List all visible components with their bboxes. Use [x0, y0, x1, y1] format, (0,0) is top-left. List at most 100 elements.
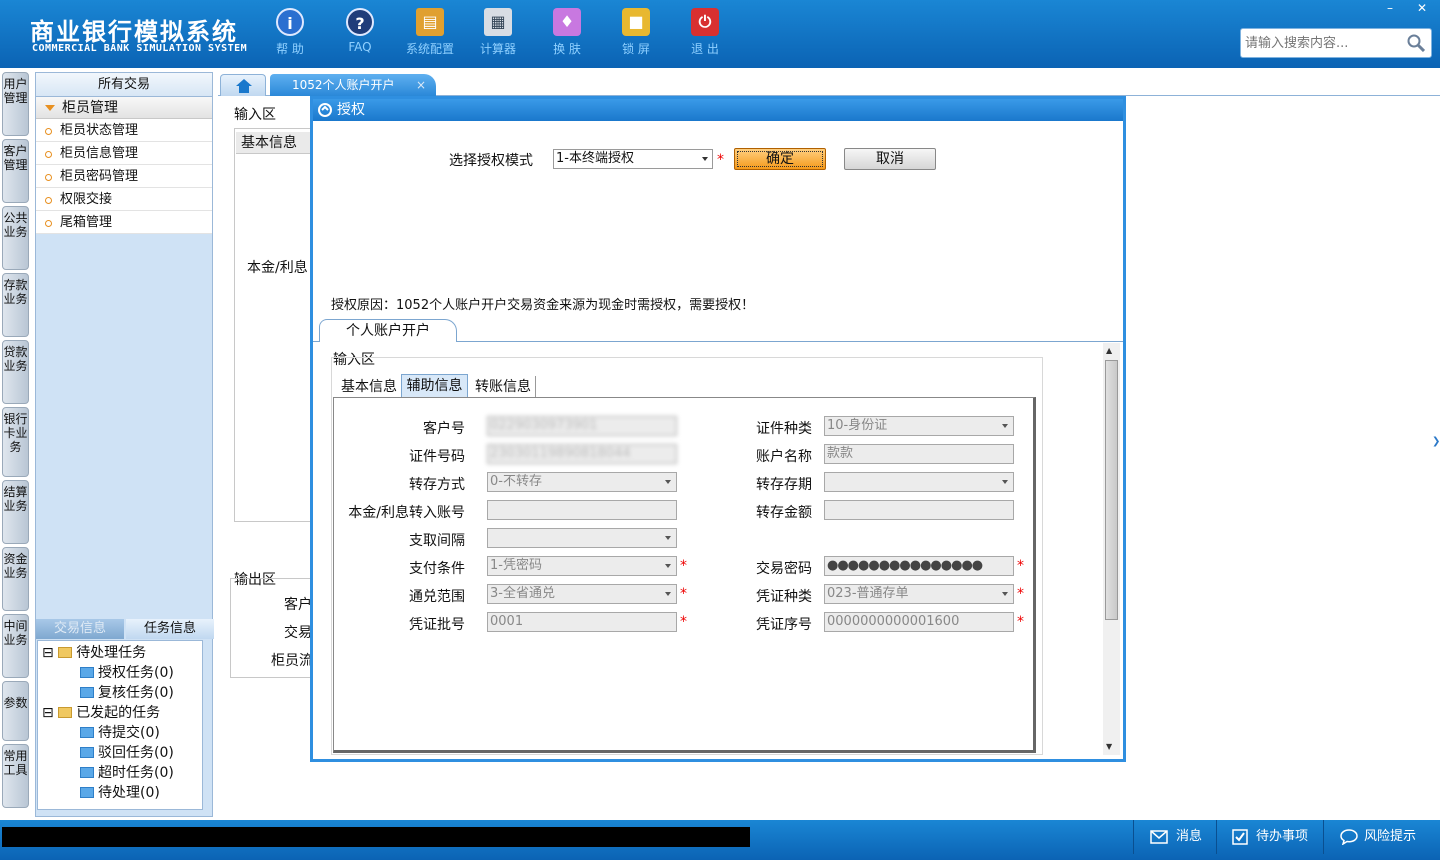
- folder-icon: [80, 687, 94, 698]
- field-id-number[interactable]: 23030119890818044: [487, 444, 677, 464]
- close-window-button[interactable]: ✕: [1406, 0, 1438, 18]
- field-voucher-batch[interactable]: 0001: [487, 612, 677, 632]
- scroll-thumb[interactable]: [1105, 360, 1118, 620]
- module-tab-card[interactable]: 银行卡业务: [2, 407, 29, 477]
- tree-node-to-submit[interactable]: 待提交(0): [80, 723, 160, 743]
- chevron-down-icon: [702, 157, 708, 164]
- label-withdraw-interval: 支取间隔: [409, 533, 465, 549]
- folder-icon: [80, 667, 94, 678]
- select-payment-condition[interactable]: 1-凭密码: [487, 556, 677, 576]
- select-id-type[interactable]: 10-身份证: [824, 416, 1014, 436]
- select-exchange-scope[interactable]: 3-全省通兑: [487, 584, 677, 604]
- field-customer-no[interactable]: 0229030973901: [487, 416, 677, 436]
- bg-input-panel: [234, 128, 314, 522]
- tab-task-info[interactable]: 任务信息: [126, 619, 214, 639]
- todo-button[interactable]: 待办事项: [1226, 820, 1308, 854]
- faq-button[interactable]: ? FAQ: [330, 8, 390, 54]
- module-tab-loan[interactable]: 贷款业务: [2, 340, 29, 404]
- sidebar-item-teller-password[interactable]: 柜员密码管理: [36, 165, 212, 188]
- bg-out-label-2: 交易: [284, 625, 312, 641]
- inner-tab-personal-account[interactable]: 个人账户开户: [319, 319, 457, 342]
- tree-node-auth-tasks[interactable]: 授权任务(0): [80, 663, 174, 683]
- label-rollover-mode: 转存方式: [409, 477, 465, 493]
- select-rollover-mode[interactable]: 0-不转存: [487, 472, 677, 492]
- subtab-basic-info[interactable]: 基本信息: [337, 376, 402, 398]
- lock-screen-button[interactable]: ■ 锁 屏: [606, 8, 666, 57]
- help-button[interactable]: i 帮 助: [260, 8, 320, 57]
- risk-alert-button[interactable]: 风险提示: [1334, 820, 1416, 854]
- label-payment-condition: 支付条件: [409, 561, 465, 577]
- cancel-button[interactable]: 取消: [844, 148, 936, 170]
- app-subtitle: COMMERCIAL BANK SIMULATION SYSTEM: [32, 43, 248, 54]
- skin-button[interactable]: ♦ 换 肤: [537, 8, 597, 57]
- auth-mode-select[interactable]: 1-本终端授权: [553, 149, 713, 169]
- tree-node-review-tasks[interactable]: 复核任务(0): [80, 683, 174, 703]
- messages-button[interactable]: 消息: [1146, 820, 1202, 854]
- chat-bubble-icon: [1340, 829, 1358, 845]
- scroll-up-icon[interactable]: ▲: [1106, 346, 1112, 355]
- app-header: 商业银行模拟系统 COMMERCIAL BANK SIMULATION SYST…: [0, 0, 1440, 68]
- field-principal-account[interactable]: [487, 500, 677, 520]
- scroll-down-icon[interactable]: ▼: [1106, 742, 1112, 751]
- select-voucher-type[interactable]: 023-普通存单: [824, 584, 1014, 604]
- required-mark: *: [717, 152, 724, 168]
- folder-icon: [80, 747, 94, 758]
- module-tab-params[interactable]: 参数: [2, 681, 29, 741]
- label-id-number: 证件号码: [409, 449, 465, 465]
- close-tab-icon[interactable]: ×: [416, 74, 426, 96]
- module-tab-fund[interactable]: 资金业务: [2, 547, 29, 611]
- required-mark: *: [1017, 558, 1024, 574]
- tree-node-to-process[interactable]: 待处理(0): [80, 783, 160, 803]
- search-icon[interactable]: [1407, 34, 1425, 52]
- tree-node-rejected[interactable]: 驳回任务(0): [80, 743, 174, 763]
- sidebar-group-teller[interactable]: 柜员管理: [36, 97, 212, 119]
- select-withdraw-interval[interactable]: [487, 528, 677, 548]
- module-tab-settlement[interactable]: 结算业务: [2, 480, 29, 544]
- module-tab-customer[interactable]: 客户管理: [2, 139, 29, 203]
- select-rollover-term[interactable]: [824, 472, 1014, 492]
- power-icon: ⏻: [691, 8, 719, 36]
- mail-icon: [1150, 830, 1168, 844]
- label-exchange-scope: 通兑范围: [409, 589, 465, 605]
- module-tabs: 用户管理 客户管理 公共业务 存款业务 贷款业务 银行卡业务 结算业务 资金业务…: [2, 72, 29, 812]
- tab-transaction-info[interactable]: 交易信息: [36, 619, 124, 639]
- subtab-transfer-info[interactable]: 转账信息: [471, 376, 536, 398]
- tab-1052-open-account[interactable]: 1052个人账户开户 ×: [270, 74, 436, 96]
- tab-home[interactable]: [220, 74, 266, 96]
- bg-basic-info-tab[interactable]: 基本信息: [236, 132, 312, 154]
- auth-reason: 授权原因：1052个人账户开户交易资金来源为现金时需授权，需要授权！: [331, 298, 755, 313]
- sidebar-item-handover[interactable]: 权限交接: [36, 188, 212, 211]
- field-rollover-amount[interactable]: [824, 500, 1014, 520]
- label-rollover-term: 转存存期: [756, 477, 812, 493]
- app-title: 商业银行模拟系统: [30, 18, 238, 46]
- sidebar-item-teller-info[interactable]: 柜员信息管理: [36, 142, 212, 165]
- module-tab-public[interactable]: 公共业务: [2, 206, 29, 270]
- tree-node-pending[interactable]: ⊟ 待处理任务: [42, 643, 146, 663]
- chevron-down-icon: [1002, 480, 1008, 487]
- system-config-button[interactable]: ▤ 系统配置: [400, 8, 460, 57]
- sidebar-item-tail-box[interactable]: 尾箱管理: [36, 211, 212, 234]
- question-icon: ?: [346, 8, 374, 36]
- module-tab-tools[interactable]: 常用工具: [2, 744, 29, 808]
- chevron-right-icon[interactable]: ❯: [1432, 436, 1440, 447]
- module-tab-user[interactable]: 用户管理: [2, 72, 29, 136]
- search-input[interactable]: [1241, 29, 1401, 57]
- divider: [1216, 820, 1217, 854]
- lock-icon: ■: [622, 8, 650, 36]
- tree-node-initiated[interactable]: ⊟ 已发起的任务: [42, 703, 160, 723]
- sidebar-item-teller-status[interactable]: 柜员状态管理: [36, 119, 212, 142]
- calculator-button[interactable]: ▦ 计算器: [468, 8, 528, 57]
- dialog-scrollbar[interactable]: ▲ ▼: [1103, 343, 1120, 755]
- field-account-name[interactable]: 款款: [824, 444, 1014, 464]
- confirm-button[interactable]: 确定: [734, 148, 826, 170]
- exit-button[interactable]: ⏻ 退 出: [675, 8, 735, 57]
- module-tab-deposit[interactable]: 存款业务: [2, 273, 29, 337]
- field-transaction-password[interactable]: ●●●●●●●●●●●●●●●: [824, 556, 1014, 576]
- authorization-dialog: 授权 选择授权模式 1-本终端授权 * 确定 取消 授权原因：1052个人账户开…: [310, 96, 1126, 762]
- minimize-button[interactable]: –: [1374, 0, 1406, 18]
- sidebar: 所有交易 柜员管理 柜员状态管理 柜员信息管理 柜员密码管理 权限交接 尾箱管理…: [35, 72, 214, 817]
- tree-node-timeout[interactable]: 超时任务(0): [80, 763, 174, 783]
- field-voucher-serial[interactable]: 0000000000001600: [824, 612, 1014, 632]
- module-tab-intermediate[interactable]: 中间业务: [2, 614, 29, 678]
- subtab-aux-info[interactable]: 辅助信息: [401, 374, 468, 398]
